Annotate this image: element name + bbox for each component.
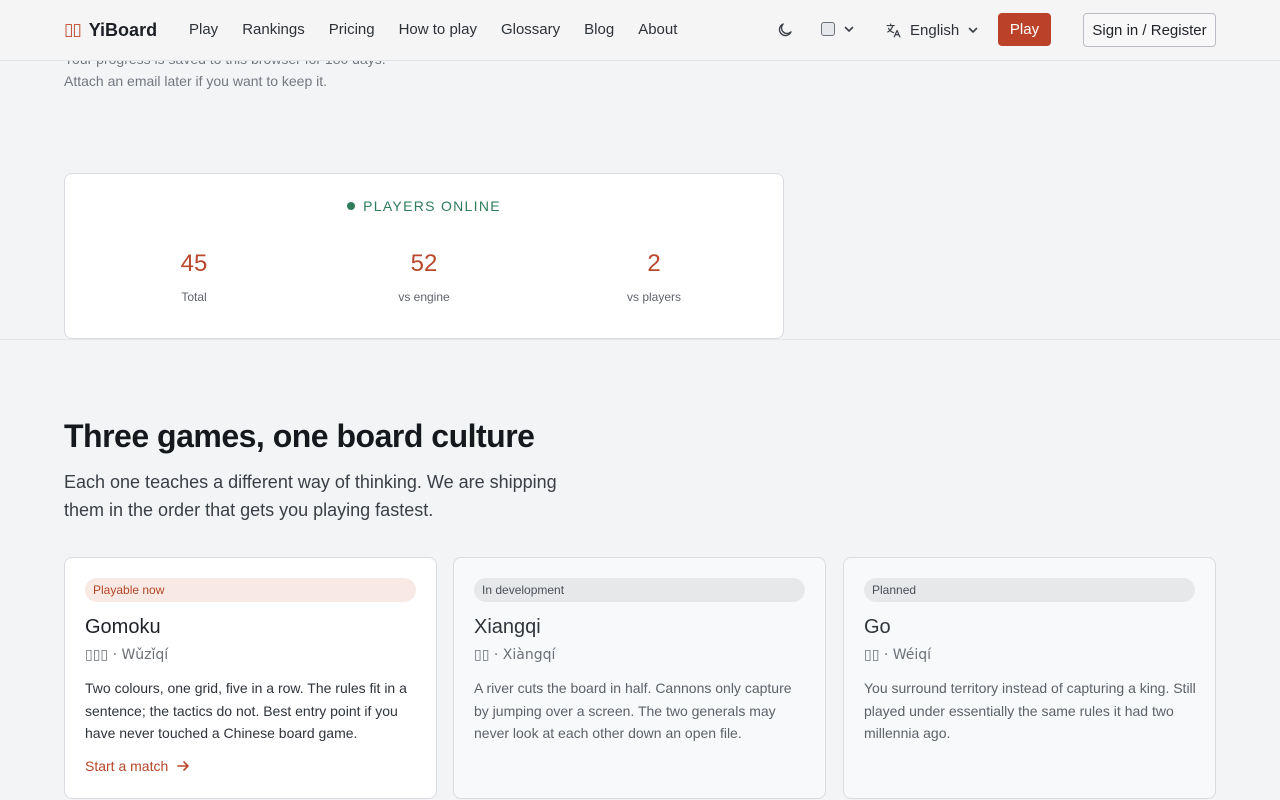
brand-logo[interactable]: ▯▯ YiBoard	[64, 18, 157, 42]
progress-note-line: Attach an email later if you want to kee…	[64, 73, 328, 89]
brand-mark-icon: ▯▯	[64, 19, 82, 40]
nav-item-about[interactable]: About	[638, 20, 677, 40]
game-card-gomoku: Playable now Gomoku ▯▯▯ · Wǔzǐqí Two col…	[64, 557, 437, 799]
stat-vs-players: 2 vs players	[564, 250, 744, 304]
players-online-title: Players online	[363, 198, 501, 214]
translate-icon	[886, 23, 901, 37]
stat-label: vs engine	[398, 290, 450, 304]
status-badge: Playable now	[85, 578, 416, 602]
stat-value: 2	[647, 250, 661, 277]
game-name: Go	[864, 616, 891, 638]
stat-vs-engine: 52 vs engine	[334, 250, 514, 304]
site-header: ▯▯ YiBoard Play Rankings Pricing How to …	[0, 0, 1280, 61]
game-description: Two colours, one grid, five in a row. Th…	[85, 680, 407, 741]
players-online-card: Players online 45 Total 52 vs engine 2 v…	[64, 173, 784, 339]
game-name: Gomoku	[85, 616, 161, 638]
brand-name: YiBoard	[88, 19, 158, 40]
status-badge: Planned	[864, 578, 1195, 602]
stat-label: vs players	[626, 290, 682, 304]
main-nav: Play Rankings Pricing How to play Glossa…	[189, 20, 677, 40]
game-subtitle: ▯▯▯ · Wǔzǐqí	[85, 647, 169, 663]
stat-value: 52	[410, 250, 438, 277]
start-match-link[interactable]: Start a match	[85, 758, 190, 774]
status-badge: In development	[474, 578, 805, 602]
chevron-down-icon	[844, 26, 854, 32]
nav-item-play[interactable]: Play	[189, 20, 218, 40]
game-description: A river cuts the board in half. Cannons …	[474, 680, 792, 741]
section-subtitle: Each one teaches a different way of thin…	[64, 472, 557, 520]
nav-item-glossary[interactable]: Glossary	[501, 20, 560, 40]
game-subtitle: ▯▯ · Xiàngqí	[474, 647, 556, 663]
start-match-label: Start a match	[85, 758, 169, 774]
nav-item-how-to-play[interactable]: How to play	[399, 20, 477, 40]
stat-label: Total	[181, 290, 207, 304]
language-select[interactable]: English	[885, 20, 979, 40]
language-label: English	[910, 21, 960, 39]
stat-value: 45	[180, 250, 208, 277]
game-card-go: Planned Go ▯▯ · Wéiqí You surround terri…	[843, 557, 1216, 799]
play-button[interactable]: Play	[998, 13, 1051, 46]
moon-icon[interactable]	[776, 21, 794, 39]
game-name: Xiangqi	[474, 616, 541, 638]
nav-item-rankings[interactable]: Rankings	[242, 20, 305, 40]
stat-total: 45 Total	[104, 250, 284, 304]
game-description: You surround territory instead of captur…	[864, 680, 1196, 741]
chevron-down-icon	[968, 27, 978, 33]
nav-item-pricing[interactable]: Pricing	[329, 20, 375, 40]
online-status-dot-icon	[347, 202, 356, 210]
board-theme-select[interactable]	[821, 22, 855, 36]
game-subtitle: ▯▯ · Wéiqí	[864, 647, 932, 663]
theme-swatch-icon	[821, 22, 835, 36]
sign-in-register-button[interactable]: Sign in / Register	[1083, 13, 1216, 47]
players-online-header: Players online	[65, 198, 783, 214]
arrow-right-icon	[177, 761, 190, 771]
section-divider	[0, 339, 1280, 340]
nav-item-blog[interactable]: Blog	[584, 20, 614, 40]
game-card-xiangqi: In development Xiangqi ▯▯ · Xiàngqí A ri…	[453, 557, 826, 799]
section-title: Three games, one board culture	[64, 418, 535, 454]
